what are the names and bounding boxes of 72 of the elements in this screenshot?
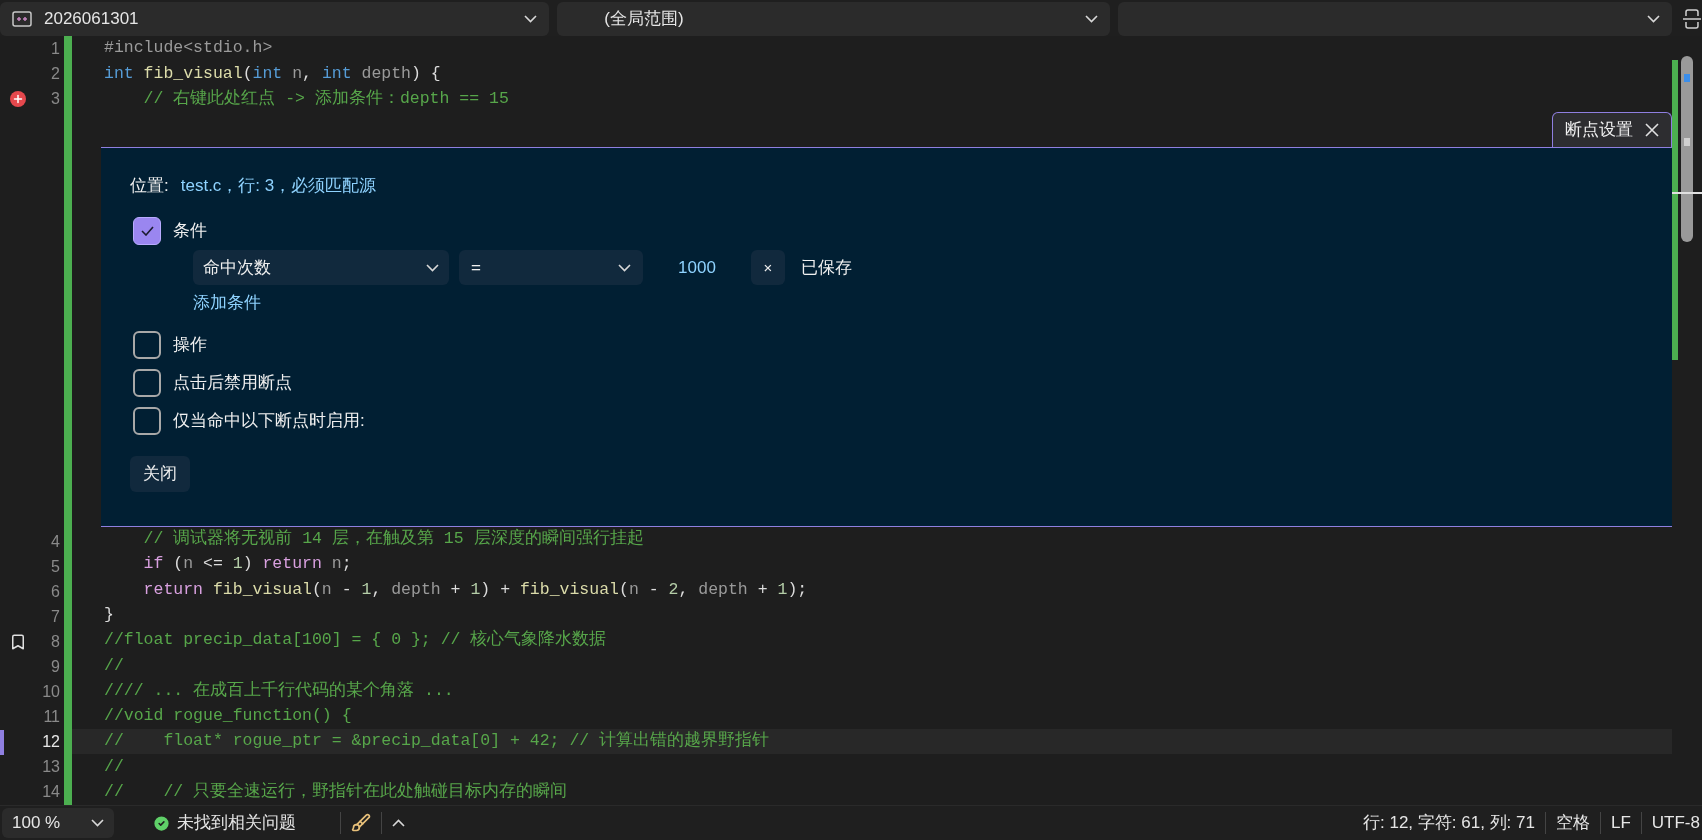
line-number: 11 [42, 707, 60, 728]
chevron-down-icon [91, 819, 104, 827]
line-number: 5 [50, 557, 60, 578]
clear-button[interactable]: × [751, 250, 785, 286]
breakpoint-icon[interactable] [10, 90, 26, 107]
project-icon [12, 10, 32, 27]
close-button[interactable]: 关闭 [130, 455, 190, 492]
line-number: 8 [50, 632, 60, 653]
check-mark-icon [140, 225, 154, 236]
chevron-down-icon [1647, 14, 1661, 23]
code-line: if (n <= 1) return n; [142, 553, 352, 576]
dropdown-label: 2026061301 [43, 7, 140, 30]
code-line: int fib_visual(int n, int depth) { [104, 62, 441, 85]
line-ending[interactable]: LF [1601, 810, 1641, 836]
location-label: 位置: [130, 175, 169, 198]
code-line: return fib_visual(n - 1, depth + 1) + fib_visual(n - 2, depth + 1); [142, 578, 808, 601]
option-label: 条件 [173, 220, 207, 243]
line-number: 10 [41, 682, 60, 703]
option-label: 点击后禁用断点 [173, 372, 292, 395]
dropdown-label: (全局范围) [603, 7, 685, 30]
code-line: //float precip_data[100] = { 0 }; // 核心气象降水数据 [104, 628, 607, 652]
code-line: // float* rogue_ptr = &precip_data[0] + 42; // 计算出错的越界野指针 [104, 730, 770, 753]
indent-setting[interactable]: 空格 [1546, 810, 1600, 836]
code-line: #include<stdio.h> [104, 37, 273, 60]
chevron-down-icon [524, 14, 538, 23]
operator-dropdown[interactable]: = [459, 250, 643, 286]
line-number: 1 [50, 38, 60, 59]
chevron-down-icon [426, 263, 439, 272]
toolbar-dropdown[interactable]: 2026061301 [0, 1, 550, 36]
line-number: 9 [50, 657, 60, 678]
check-circle-icon [152, 813, 171, 833]
condition-type-dropdown[interactable]: 命中次数 [193, 250, 449, 286]
code-line: //void rogue_function() { [104, 705, 352, 728]
code-line: // // 只要全速运行，野指针在此处触碰目标内存的瞬间 [104, 780, 568, 803]
tab-title: 断点设置 [1565, 119, 1633, 142]
issues-status[interactable]: 未找到相关问题 [177, 810, 296, 836]
add-condition-link[interactable]: 添加条件 [193, 289, 1672, 318]
code-line: // [104, 755, 124, 778]
line-number: 14 [41, 782, 60, 803]
zoom-dropdown[interactable]: 100 % [2, 808, 114, 838]
code-line: // 调试器将无视前 14 层，在触及第 15 层深度的瞬间强行挂起 [142, 527, 644, 551]
line-number: 4 [50, 532, 60, 553]
saved-status: 已保存 [801, 257, 852, 280]
option-label: 仅当命中以下断点时启用: [173, 410, 365, 433]
location-value: test.c，行: 3，必须匹配源 [180, 175, 377, 198]
chevron-up-icon[interactable] [392, 819, 405, 827]
checkbox[interactable] [133, 368, 161, 397]
brush-icon[interactable] [351, 813, 371, 833]
checkbox[interactable] [133, 406, 161, 435]
code-line: //// ... 在成百上千行代码的某个角落 ... [104, 679, 454, 702]
settings-tab[interactable]: 断点设置 [1552, 111, 1672, 147]
cursor-position[interactable]: 行: 12, 字符: 61, 列: 71 [1353, 810, 1545, 836]
code-line: } [104, 603, 114, 626]
close-icon[interactable] [1645, 122, 1659, 137]
condition-value[interactable]: 1000 [653, 255, 741, 281]
checkbox[interactable] [133, 330, 161, 359]
line-number: 13 [41, 757, 60, 778]
line-number: 3 [50, 88, 60, 109]
toolbar-dropdown[interactable]: (全局范围) [557, 1, 1110, 36]
bookmark-icon[interactable] [9, 633, 27, 652]
line-number: 7 [50, 607, 60, 628]
code-line: // 右键此处红点 -> 添加条件：depth == 15 [142, 87, 509, 110]
line-number: 12 [41, 732, 60, 753]
chevron-down-icon [618, 263, 631, 272]
option-label: 操作 [173, 334, 207, 357]
line-number: 2 [50, 63, 60, 84]
encoding[interactable]: UTF-8 [1641, 810, 1702, 836]
checkbox[interactable] [133, 216, 161, 245]
line-number: 6 [50, 582, 60, 603]
chevron-down-icon [1084, 14, 1098, 23]
split-view-icon[interactable] [1682, 7, 1702, 30]
code-line: // [104, 654, 124, 677]
